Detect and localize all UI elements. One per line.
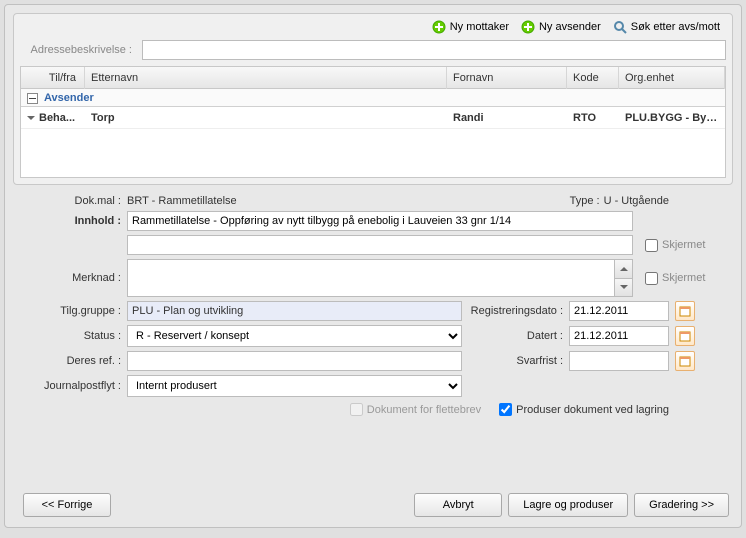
col-orgenhet[interactable]: Org.enhet <box>619 67 725 89</box>
spin-up-button[interactable] <box>615 260 632 279</box>
datert-calendar-button[interactable] <box>675 326 695 346</box>
merknad-input[interactable] <box>127 259 615 297</box>
tilg-input[interactable]: PLU - Plan og utvikling <box>127 301 462 321</box>
gradering-button[interactable]: Gradering >> <box>634 493 729 517</box>
ny-mottaker-label: Ny mottaker <box>450 21 509 33</box>
adresse-row: Adressebeskrivelse : <box>20 40 726 60</box>
svarfrist-calendar-button[interactable] <box>675 351 695 371</box>
calendar-icon <box>679 330 691 342</box>
deresref-label: Deres ref. : <box>17 355 121 367</box>
collapse-icon <box>27 93 38 104</box>
dok-flettebrev-check: Dokument for flettebrev <box>350 403 481 416</box>
innhold-label: Innhold : <box>17 215 121 227</box>
add-icon <box>521 20 535 34</box>
datert-input[interactable] <box>569 326 669 346</box>
merknad-spin <box>615 259 633 297</box>
grid-group-avsender[interactable]: Avsender <box>21 89 725 107</box>
table-row[interactable]: Beha... Torp Randi RTO PLU.BYGG - Byg... <box>21 107 725 129</box>
row-fornavn: Randi <box>447 112 567 124</box>
deresref-input[interactable] <box>127 351 462 371</box>
regdato-calendar-button[interactable] <box>675 301 695 321</box>
chevron-down-icon <box>27 116 35 120</box>
grid-header: Til/fra Etternavn Fornavn Kode Org.enhet <box>21 67 725 89</box>
type-value: U - Utgående <box>604 195 669 207</box>
row-kode: RTO <box>567 112 619 124</box>
row-orgenhet: PLU.BYGG - Byg... <box>619 112 725 124</box>
ny-avsender-label: Ny avsender <box>539 21 601 33</box>
type-label: Type : <box>570 195 600 207</box>
produser-dok-check[interactable]: Produser dokument ved lagring <box>499 403 669 416</box>
row-etternavn: Torp <box>85 112 447 124</box>
sok-button[interactable]: Søk etter avs/mott <box>613 20 720 34</box>
datert-label: Datert : <box>527 330 563 342</box>
regdato-label: Registreringsdato : <box>471 305 563 317</box>
dokmal-row: Dok.mal : BRT - Rammetillatelse Type : U… <box>17 195 729 207</box>
journal-select[interactable]: Internt produsert <box>127 375 462 397</box>
search-icon <box>613 20 627 34</box>
avbryt-button[interactable]: Avbryt <box>414 493 502 517</box>
innhold-input[interactable] <box>127 211 633 231</box>
col-etternavn[interactable]: Etternavn <box>85 67 447 89</box>
svarfrist-input[interactable] <box>569 351 669 371</box>
col-fornavn[interactable]: Fornavn <box>447 67 567 89</box>
skjermet2-check[interactable]: Skjermet <box>645 272 705 285</box>
svarfrist-label: Svarfrist : <box>517 355 563 367</box>
skjermet1-check[interactable]: Skjermet <box>645 239 705 252</box>
journal-label: Journalpostflyt : <box>17 380 121 392</box>
tilg-label: Tilg.gruppe : <box>17 305 121 317</box>
ny-mottaker-button[interactable]: Ny mottaker <box>432 20 509 34</box>
forrige-button[interactable]: << Forrige <box>23 493 111 517</box>
dokmal-label: Dok.mal : <box>17 195 121 207</box>
adresse-input[interactable] <box>142 40 726 60</box>
calendar-icon <box>679 355 691 367</box>
sok-label: Søk etter avs/mott <box>631 21 720 33</box>
col-tilfra[interactable]: Til/fra <box>21 67 85 89</box>
ny-avsender-button[interactable]: Ny avsender <box>521 20 601 34</box>
group-label: Avsender <box>44 92 94 104</box>
form-area: Dok.mal : BRT - Rammetillatelse Type : U… <box>13 185 733 416</box>
dokmal-value: BRT - Rammetillatelse <box>127 195 237 207</box>
footer: << Forrige Avbryt Lagre og produser Grad… <box>13 485 733 519</box>
lagre-button[interactable]: Lagre og produser <box>508 493 628 517</box>
row-tilfra: Beha... <box>21 112 85 124</box>
calendar-icon <box>679 305 691 317</box>
recipients-toolbar: Ny mottaker Ny avsender Søk etter avs/mo… <box>20 20 726 40</box>
merknad-row: Merknad : Skjermet <box>17 259 729 297</box>
col-kode[interactable]: Kode <box>567 67 619 89</box>
innhold-row: Innhold : <box>17 211 729 231</box>
status-select[interactable]: R - Reservert / konsept <box>127 325 462 347</box>
add-icon <box>432 20 446 34</box>
dialog-window: Ny mottaker Ny avsender Søk etter avs/mo… <box>4 4 742 528</box>
regdato-input[interactable] <box>569 301 669 321</box>
innhold2-input[interactable] <box>127 235 633 255</box>
innhold2-row: Skjermet <box>17 235 729 255</box>
spin-down-button[interactable] <box>615 279 632 297</box>
adresse-label: Adressebeskrivelse : <box>20 44 136 56</box>
merknad-label: Merknad : <box>17 272 121 284</box>
status-label: Status : <box>17 330 121 342</box>
recipients-panel: Ny mottaker Ny avsender Søk etter avs/mo… <box>13 13 733 185</box>
recipients-grid: Til/fra Etternavn Fornavn Kode Org.enhet… <box>20 66 726 178</box>
